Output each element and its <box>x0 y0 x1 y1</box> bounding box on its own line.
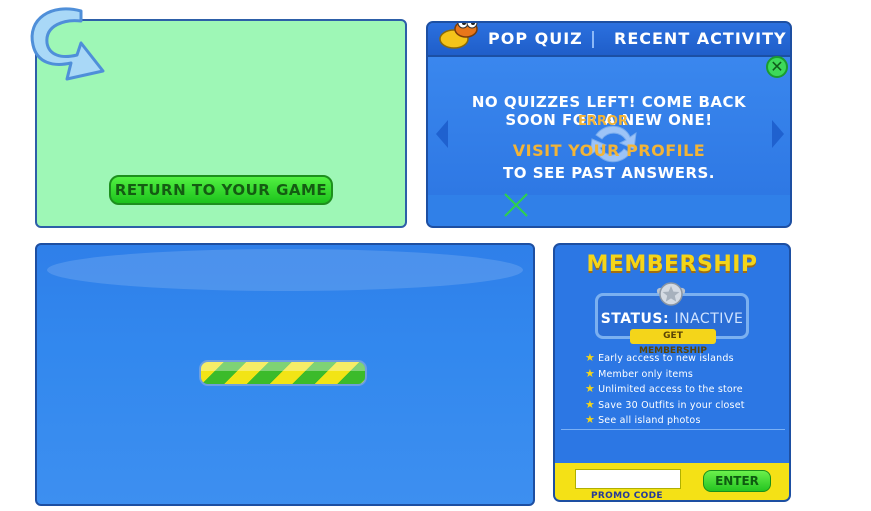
quiz-footer <box>428 195 790 226</box>
star-icon: ★ <box>585 398 596 411</box>
promo-code-label: PROMO CODE <box>591 491 663 501</box>
pop-quiz-panel: POP QUIZ RECENT ACTIVITY ✕ NO QUIZZES LE… <box>426 21 792 228</box>
tab-divider <box>592 31 594 48</box>
return-to-game-button[interactable]: Return to your game <box>109 175 333 205</box>
x-mark-icon <box>504 193 528 217</box>
panel-gloss <box>47 249 523 291</box>
past-answers-text: TO SEE PAST ANSWERS. <box>502 164 716 182</box>
quiz-header: POP QUIZ RECENT ACTIVITY <box>428 23 790 57</box>
return-to-game-panel: Return to your game <box>30 7 407 228</box>
loading-panel <box>35 243 535 506</box>
curved-arrow-icon <box>30 7 105 81</box>
status-label: STATUS: <box>600 311 670 327</box>
benefit-item: ★ Save 30 Outfits in your closet <box>585 398 745 411</box>
enter-button[interactable]: Enter <box>703 470 771 492</box>
tab-recent-activity[interactable]: RECENT ACTIVITY <box>614 29 787 48</box>
loading-bar <box>199 360 367 386</box>
star-icon: ★ <box>585 367 596 380</box>
star-badge-icon <box>656 282 686 306</box>
star-icon: ★ <box>585 382 596 395</box>
loading-bar-shine <box>201 362 365 371</box>
close-icon[interactable]: ✕ <box>766 56 788 78</box>
mascot-icon <box>439 23 478 49</box>
promo-bar: PROMO CODE Enter <box>555 463 789 501</box>
get-membership-button[interactable]: GET MEMBERSHIP <box>630 329 716 356</box>
quiz-message-line1: NO QUIZZES LEFT! COME BACK <box>471 93 747 111</box>
status-text: STATUS: INACTIVE <box>598 311 746 327</box>
status-value: INACTIVE <box>674 311 744 327</box>
star-icon: ★ <box>585 351 596 364</box>
benefit-item: ★ Member only items <box>585 367 694 380</box>
tab-pop-quiz[interactable]: POP QUIZ <box>488 29 583 48</box>
membership-panel: MEMBERSHIP STATUS: INACTIVE GET MEMBERSH… <box>553 243 791 502</box>
membership-title: MEMBERSHIP <box>586 252 758 277</box>
benefit-item: ★ Unlimited access to the store <box>585 382 743 395</box>
visit-profile-link[interactable]: VISIT YOUR PROFILE <box>428 141 790 160</box>
star-icon: ★ <box>585 413 596 426</box>
membership-divider <box>561 429 785 430</box>
benefit-item: ★ Early access to new islands <box>585 351 734 364</box>
benefit-item: ★ See all island photos <box>585 413 701 426</box>
promo-code-input[interactable] <box>575 469 681 489</box>
